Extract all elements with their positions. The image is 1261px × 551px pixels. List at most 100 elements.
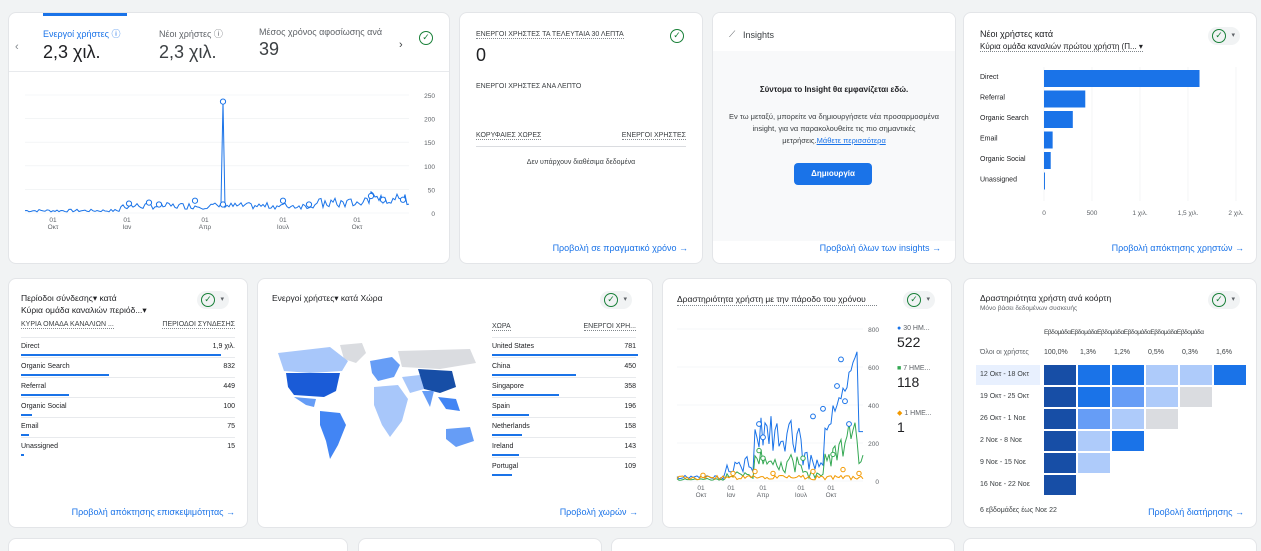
data-point <box>700 472 706 479</box>
cohort-cell <box>1044 365 1076 385</box>
x-tick-day: 01 <box>727 485 735 492</box>
x-tick-label: 0 <box>1042 210 1046 217</box>
x-tick-day: 01 <box>201 217 209 224</box>
dimension-selector[interactable]: Κύρια ομάδα καναλιών πρώτου χρήστη (Π...… <box>980 42 1143 52</box>
x-tick-label: 500 <box>1087 210 1098 217</box>
compare-menu[interactable]: ✓ ▾ <box>600 291 632 309</box>
check-icon[interactable]: ✓ <box>670 29 684 43</box>
col-country: ΧΩΡΑ <box>492 323 511 331</box>
table-row[interactable]: Portugal 109 <box>492 463 636 476</box>
chevron-right-icon[interactable]: › <box>399 39 403 51</box>
y-tick-label: 150 <box>424 140 435 147</box>
cohort-pct: 1,6% <box>1216 349 1232 356</box>
table-row[interactable]: Singapore 358 <box>492 383 636 396</box>
metric-active-users[interactable]: Ενεργοί χρήστες ⓘ 2,3 χιλ. <box>43 27 120 63</box>
card-title: Ενεργοί χρήστες▾ κατά Χώρα <box>272 293 383 303</box>
table-row[interactable]: Ireland 143 <box>492 443 636 456</box>
legend-7-days: ■ 7 ΗΜΕ... 118 <box>897 365 930 390</box>
x-tick-month: Οκτ <box>48 224 59 231</box>
bar <box>1044 90 1086 108</box>
map-australia <box>446 427 474 447</box>
table-row[interactable]: China 450 <box>492 363 636 376</box>
row-bar <box>492 454 519 456</box>
realtime-link[interactable]: Προβολή σε πραγματικό χρόνο → <box>553 243 688 253</box>
legend-label: 7 ΗΜΕ... <box>903 365 931 372</box>
row-bar <box>492 414 529 416</box>
cohort-cell <box>1078 431 1110 451</box>
check-icon[interactable]: ✓ <box>419 31 433 45</box>
table-row[interactable]: United States 781 <box>492 343 638 356</box>
compare-menu[interactable]: ✓ ▾ <box>1208 291 1240 309</box>
row-divider <box>492 457 636 458</box>
bar <box>1044 70 1200 87</box>
x-tick-day: 01 <box>123 217 131 224</box>
table-row[interactable]: Spain 196 <box>492 403 636 416</box>
insights-link[interactable]: Προβολή όλων των insights → <box>820 243 941 253</box>
traffic-acquisition-link[interactable]: Προβολή απόκτησης επισκεψιμότητας → <box>72 507 235 517</box>
row-value: 109 <box>624 463 636 470</box>
table-row[interactable]: Organic Search 832 <box>21 363 235 376</box>
x-tick-month: Οκτ <box>352 224 363 231</box>
table-row[interactable]: Unassigned 15 <box>21 443 235 456</box>
countries-link[interactable]: Προβολή χωρών → <box>560 507 638 517</box>
legend-1-day: ◆ 1 ΗΜΕ... 1 <box>897 409 932 435</box>
retention-link[interactable]: Προβολή διατήρησης → <box>1148 507 1244 517</box>
cohort-card: Δραστηριότητα χρήστη ανά κοόρτη Μόνο βάσ… <box>963 278 1257 528</box>
y-tick-label: 200 <box>868 441 879 448</box>
metric-engagement-time[interactable]: Μέσος χρόνος αφοσίωσης ανά 39 <box>259 27 382 60</box>
row-divider <box>21 357 235 358</box>
data-point <box>379 196 387 203</box>
table-row[interactable]: Organic Social 100 <box>21 403 235 416</box>
table-row[interactable]: Netherlands 158 <box>492 423 636 436</box>
row-divider <box>492 437 636 438</box>
x-tick-day: 01 <box>49 217 57 224</box>
x-tick-month: Απρ <box>757 492 770 499</box>
y-tick-label: 0 <box>875 479 879 486</box>
table-row[interactable]: Referral 449 <box>21 383 235 396</box>
cohort-grid: 12 Οκτ - 18 Οκτ 19 Οκτ - 25 Οκτ 26 Οκτ -… <box>976 365 1246 495</box>
dimension-selector[interactable]: Κύρια ομάδα καναλιών περιόδ...▾ <box>21 305 147 316</box>
row-divider <box>492 417 636 418</box>
cohort-cell <box>1146 409 1178 429</box>
legend-30-days: ● 30 ΗΜ... 522 <box>897 325 930 350</box>
compare-menu[interactable]: ✓ ▾ <box>197 291 229 309</box>
y-tick-label: 600 <box>868 365 879 372</box>
row-bar <box>492 374 576 376</box>
chevron-left-icon[interactable]: ‹ <box>15 41 19 53</box>
table-row[interactable]: Email 75 <box>21 423 235 436</box>
cohort-cell <box>1078 453 1110 473</box>
cohort-pct: 0,5% <box>1148 349 1164 356</box>
check-icon: ✓ <box>604 293 618 307</box>
insights-headline: Σύντομα το Insight θα εμφανίζεται εδώ. <box>759 85 909 94</box>
row-divider <box>492 397 636 398</box>
map-mexico <box>294 397 316 407</box>
caret-down-icon: ▾ <box>926 296 930 303</box>
metric-tabs-divider <box>9 71 449 72</box>
x-tick-label: 2 χιλ. <box>1228 210 1244 217</box>
metric-new-users[interactable]: Νέοι χρήστες ⓘ 2,3 χιλ. <box>159 27 223 63</box>
realtime-card: ΕΝΕΡΓΟΙ ΧΡΗΣΤΕΣ ΤΑ ΤΕΛΕΥΤΑΙΑ 30 ΛΕΠΤΑ ✓ … <box>459 12 703 264</box>
compare-menu[interactable]: ✓ ▾ <box>903 291 935 309</box>
cohort-cell <box>1112 387 1144 407</box>
create-button[interactable]: Δημιουργία <box>794 163 872 185</box>
user-acquisition-link[interactable]: Προβολή απόκτησης χρηστών → <box>1112 243 1244 253</box>
cohort-cell <box>1078 387 1110 407</box>
metric-label: Μέσος χρόνος αφοσίωσης ανά <box>259 27 383 37</box>
compare-menu[interactable]: ✓ ▾ <box>1208 27 1240 45</box>
cohort-cell <box>1146 365 1178 385</box>
sessions-channel-card: Περίοδοι σύνδεσης▾ κατά Κύρια ομάδα κανα… <box>8 278 248 528</box>
bottom-card-2 <box>358 538 602 551</box>
per-minute-label: ΕΝΕΡΓΟΙ ΧΡΗΣΤΕΣ ΑΝΑ ΛΕΠΤΟ <box>476 83 582 90</box>
cohort-cell <box>1044 387 1076 407</box>
cohort-cell <box>1146 387 1178 407</box>
row-bar <box>492 434 522 436</box>
row-divider <box>21 417 235 418</box>
row-label: United States <box>492 343 535 350</box>
cohort-cell <box>1214 365 1246 385</box>
cohort-pct: 0,3% <box>1182 349 1198 356</box>
caret-down-icon: ▾ <box>623 296 627 303</box>
cohort-header: ΕβδομάδαΕβδομάδαΕβδομάδαΕβδομάδαΕβδομάδα… <box>1044 329 1204 336</box>
learn-more-link[interactable]: Μάθετε περισσότερα <box>817 136 886 145</box>
row-label: Organic Search <box>21 363 70 370</box>
table-row[interactable]: Direct 1,9 χιλ. <box>21 343 235 356</box>
